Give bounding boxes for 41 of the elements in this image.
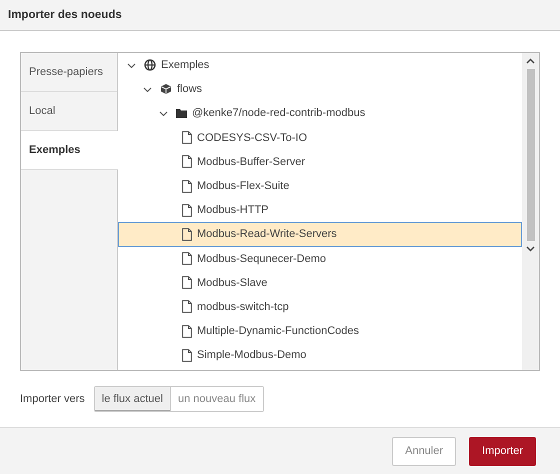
file-icon	[182, 155, 192, 168]
tree-item[interactable]: modbus-switch-tcp	[118, 294, 522, 320]
chevron-icon[interactable]	[159, 108, 168, 118]
scrollbar-thumb[interactable]	[526, 69, 534, 241]
import-target-option[interactable]: le flux actuel	[94, 387, 170, 411]
tree-item[interactable]: Modbus-Slave	[118, 270, 522, 295]
tree-item[interactable]: Simple-Modbus-Demo	[118, 343, 522, 368]
tree-item[interactable]: Exemples	[118, 53, 522, 78]
tree-item[interactable]: flows	[118, 77, 522, 102]
file-icon	[182, 276, 192, 290]
globe-icon	[144, 59, 156, 72]
tree-item[interactable]: Multiple-Dynamic-FunctionCodes	[118, 319, 522, 344]
file-icon	[182, 252, 192, 266]
file-icon	[182, 228, 192, 241]
file-icon	[182, 300, 192, 314]
scroll-down-icon[interactable]	[526, 246, 535, 252]
tree-item[interactable]: Modbus-Read-Write-Servers	[118, 222, 522, 246]
tab[interactable]: Presse-papiers	[21, 53, 117, 92]
file-icon	[182, 324, 192, 338]
scrollbar[interactable]	[522, 53, 539, 370]
tree-item[interactable]: Modbus-Buffer-Server	[118, 150, 522, 174]
folder-icon	[176, 108, 187, 118]
file-icon	[182, 204, 192, 217]
tree-item[interactable]: Modbus-Flex-Suite	[118, 174, 522, 198]
scroll-up-icon[interactable]	[526, 58, 535, 64]
tree-item[interactable]: Modbus-Sequnecer-Demo	[118, 246, 522, 271]
file-icon	[182, 348, 192, 362]
tree-item[interactable]: Modbus-HTTP	[118, 198, 522, 222]
dialog-title: Importer des noeuds	[8, 9, 122, 21]
import-target-option[interactable]: un nouveau flux	[170, 387, 263, 411]
file-icon	[182, 131, 192, 144]
tab[interactable]: Exemples	[21, 131, 118, 170]
tree-item[interactable]: @kenke7/node-red-contrib-modbus	[118, 101, 522, 126]
chevron-icon[interactable]	[127, 60, 136, 70]
import-button[interactable]: Importer	[469, 436, 536, 466]
import-to-label: Importer vers	[20, 393, 85, 405]
cancel-button[interactable]: Annuler	[392, 436, 456, 466]
chevron-icon[interactable]	[143, 84, 152, 94]
file-icon	[182, 180, 192, 193]
tree-item[interactable]: CODESYS-CSV-To-IO	[118, 126, 522, 150]
cube-icon	[160, 83, 172, 96]
